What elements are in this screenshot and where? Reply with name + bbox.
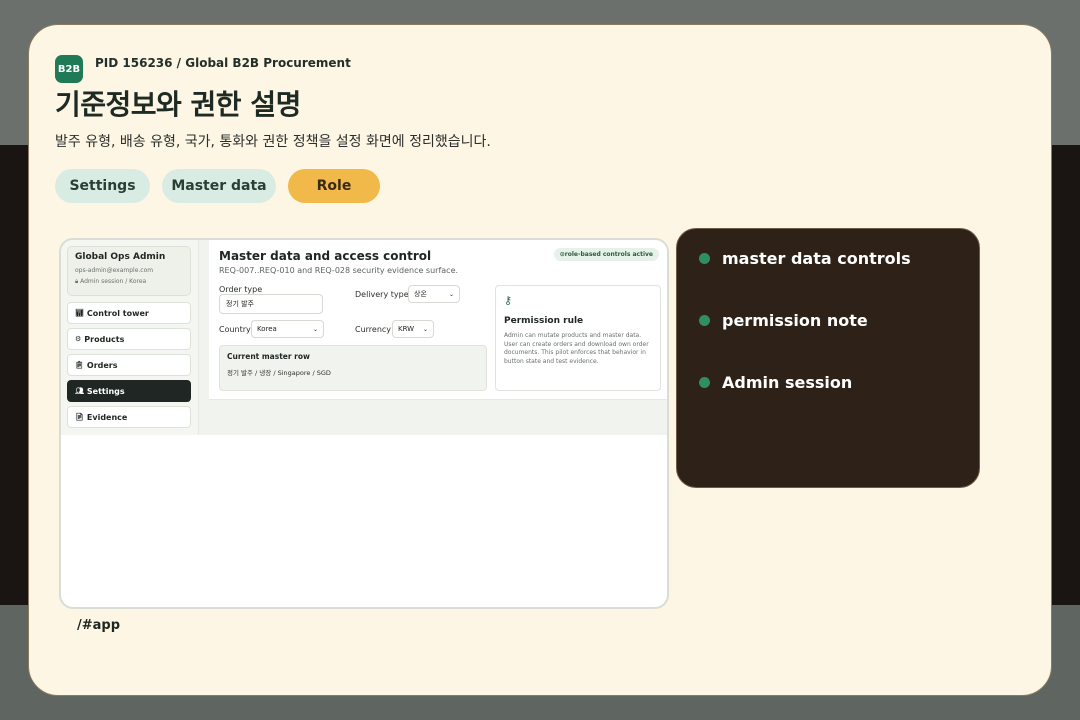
app-main: Master data and access control REQ-007..…: [199, 240, 667, 435]
app-screenshot: Global Ops Admin ops-admin@example.com 🔒…: [59, 238, 669, 609]
chip-settings[interactable]: Settings: [55, 169, 150, 203]
profile-card: Global Ops Admin ops-admin@example.com 🔒…: [67, 246, 191, 296]
note-item: master data controls: [699, 249, 911, 268]
clipboard-icon: 📋︎: [75, 361, 84, 369]
boxes-icon: ⚙︎: [75, 335, 82, 343]
panel-title: Master data and access control: [219, 249, 432, 263]
page-title: 기준정보와 권한 설명: [55, 88, 301, 121]
delivery-type-select[interactable]: 상온 ⌄: [408, 285, 460, 303]
note-item: Admin session: [699, 373, 852, 392]
chevron-down-icon: ⌄: [448, 290, 454, 298]
country-select[interactable]: Korea ⌄: [251, 320, 324, 338]
profile-session-text: Admin session / Korea: [80, 278, 147, 285]
chip-role[interactable]: Role: [288, 169, 380, 203]
order-type-input[interactable]: 정기 발주: [219, 294, 323, 314]
currency-select[interactable]: KRW ⌄: [392, 320, 434, 338]
sidebar-item-label: Products: [84, 334, 125, 344]
currency-label: Currency: [355, 325, 392, 334]
sidebar-item-settings[interactable]: 👥︎ Settings: [67, 380, 191, 402]
permission-title: Permission rule: [504, 316, 584, 326]
chip-master-data[interactable]: Master data: [162, 169, 276, 203]
users-gear-icon: 👥︎: [75, 387, 84, 395]
route-path: /#app: [77, 618, 121, 633]
note-label: permission note: [722, 311, 868, 330]
chevron-down-icon: ⌄: [312, 325, 318, 333]
delivery-type-value: 상온: [414, 290, 427, 298]
notes-panel: master data controls permission note Adm…: [676, 228, 980, 488]
chevron-down-icon: ⌄: [422, 325, 428, 333]
panel-subtitle: REQ-007..REQ-010 and REQ-028 security ev…: [219, 266, 459, 275]
app-sidebar: Global Ops Admin ops-admin@example.com 🔒…: [61, 240, 199, 435]
current-row-value: 정기 발주 / 냉장 / Singapore / SGD: [227, 369, 331, 377]
bullet-dot-icon: [699, 315, 710, 326]
document-icon: 📄︎: [75, 413, 84, 421]
chart-icon: 📊︎: [75, 309, 84, 317]
currency-value: KRW: [398, 325, 415, 333]
sidebar-item-label: Control tower: [86, 308, 149, 318]
delivery-type-label: Delivery type: [355, 290, 409, 299]
profile-session: 🔒︎ Admin session / Korea: [75, 276, 183, 287]
note-label: Admin session: [722, 373, 853, 392]
sidebar-item-label: Evidence: [86, 412, 128, 422]
bullet-dot-icon: [699, 377, 710, 388]
sidebar-item-orders[interactable]: 📋︎ Orders: [67, 354, 191, 376]
b2b-logo: B2B: [55, 55, 83, 83]
current-row-title: Current master row: [227, 352, 310, 361]
permission-description: Admin can mutate products and master dat…: [504, 332, 649, 365]
master-data-panel: Master data and access control REQ-007..…: [209, 240, 667, 400]
country-label: Country: [219, 325, 251, 334]
bullet-dot-icon: [699, 253, 710, 264]
profile-email: ops-admin@example.com: [75, 267, 154, 274]
permission-rule-card: ⚷ Permission rule Admin can mutate produ…: [495, 285, 661, 391]
page-subtitle: 발주 유형, 배송 유형, 국가, 통화와 권한 정책을 설정 화면에 정리했습…: [55, 134, 491, 150]
sidebar-item-products[interactable]: ⚙︎ Products: [67, 328, 191, 350]
sidebar-item-evidence[interactable]: 📄︎ Evidence: [67, 406, 191, 428]
sidebar-item-control-tower[interactable]: 📊︎ Control tower: [67, 302, 191, 324]
role-controls-badge: ⊙role-based controls active: [553, 248, 659, 261]
key-icon: ⚷: [504, 294, 513, 307]
current-master-row: Current master row 정기 발주 / 냉장 / Singapor…: [219, 345, 487, 391]
country-value: Korea: [257, 325, 277, 333]
project-id: PID 156236 / Global B2B Procurement: [95, 56, 351, 70]
sidebar-item-label: Orders: [86, 360, 118, 370]
note-label: master data controls: [722, 249, 911, 268]
sidebar-item-label: Settings: [86, 386, 125, 396]
order-type-label: Order type: [219, 285, 263, 294]
profile-name: Global Ops Admin: [75, 252, 166, 262]
note-item: permission note: [699, 311, 868, 330]
